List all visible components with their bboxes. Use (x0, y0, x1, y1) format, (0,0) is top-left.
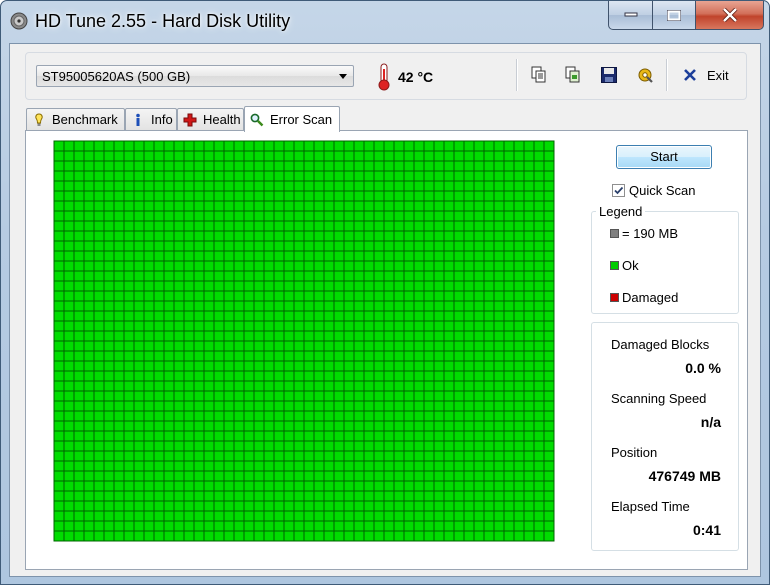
legend-item-damaged: Damaged (610, 290, 678, 305)
quick-scan-checkbox[interactable] (612, 184, 625, 197)
error-scan-panel: Start Quick Scan Legend = 190 MB Ok Dama… (25, 130, 748, 570)
quick-scan-option[interactable]: Quick Scan (612, 183, 695, 198)
checkmark-icon (614, 186, 624, 195)
legend-swatch-green (610, 261, 619, 270)
legend-label: Ok (622, 258, 639, 273)
info-icon (136, 113, 140, 126)
caption-buttons (608, 1, 764, 31)
legend-title: Legend (596, 204, 646, 219)
benchmark-icon (35, 112, 43, 126)
legend-item-ok: Ok (610, 258, 639, 273)
toolbar: ST95005620AS (500 GB) 42 °C Exit (25, 52, 747, 100)
exit-label: Exit (707, 67, 729, 83)
position-label: Position (611, 445, 658, 460)
tab-info[interactable]: Info (125, 108, 177, 130)
tab-error-scan[interactable]: Error Scan (244, 106, 340, 132)
tab-label: Info (151, 112, 173, 127)
tab-label: Error Scan (270, 112, 333, 127)
legend-swatch-gray (610, 229, 619, 238)
save-icon[interactable] (600, 66, 618, 84)
scan-grid-lines (54, 141, 554, 541)
exit-icon (684, 69, 696, 81)
position-value: 476749 MB (648, 468, 721, 484)
chevron-down-icon (339, 74, 347, 79)
elapsed-time-label: Elapsed Time (611, 499, 690, 514)
legend-label: = 190 MB (622, 226, 679, 241)
legend-item-block-size: = 190 MB (610, 226, 678, 241)
elapsed-time-value: 0:41 (692, 522, 721, 538)
scanning-speed-value: n/a (700, 414, 721, 430)
temperature-readout: 42 °C (398, 69, 434, 85)
start-button[interactable]: Start (616, 145, 712, 169)
tab-label: Health (203, 112, 241, 127)
quick-scan-label: Quick Scan (629, 183, 696, 198)
magnifier-icon (250, 113, 264, 126)
legend-swatch-red (610, 293, 619, 302)
damaged-blocks-label: Damaged Blocks (611, 337, 710, 352)
title-bar[interactable]: HD Tune 2.55 - Hard Disk Utility (1, 1, 769, 43)
drive-select-value: ST95005620AS (500 GB) (42, 69, 191, 84)
maximize-icon (667, 9, 681, 21)
window-title: HD Tune 2.55 - Hard Disk Utility (35, 11, 291, 31)
tab-label: Benchmark (52, 112, 118, 127)
copy-text-icon[interactable] (530, 66, 548, 84)
app-window: HD Tune 2.55 - Hard Disk Utility ST95005… (0, 0, 770, 585)
options-icon[interactable] (636, 66, 654, 84)
tab-benchmark[interactable]: Benchmark (26, 108, 125, 130)
minimize-icon (624, 12, 637, 17)
damaged-blocks-value: 0.0 % (685, 360, 721, 376)
scanning-speed-label: Scanning Speed (611, 391, 707, 406)
close-button[interactable] (696, 1, 764, 30)
minimize-button[interactable] (608, 1, 653, 30)
drive-select[interactable]: ST95005620AS (500 GB) (36, 65, 354, 87)
copy-screenshot-icon[interactable] (564, 66, 582, 84)
health-icon (183, 113, 197, 126)
maximize-button[interactable] (653, 1, 696, 30)
exit-button[interactable]: Exit (682, 64, 729, 86)
scan-statistics: Damaged Blocks 0.0 % Scanning Speed n/a … (591, 322, 739, 551)
tab-health[interactable]: Health (177, 108, 244, 130)
legend-group: Legend = 190 MB Ok Damaged (591, 204, 739, 314)
hard-disk-app-icon (10, 12, 28, 30)
client-area: ST95005620AS (500 GB) 42 °C Exit Benchma… (9, 43, 761, 577)
legend-label: Damaged (622, 290, 679, 305)
toolbar-separator (516, 59, 518, 91)
thermometer-icon (378, 63, 390, 91)
close-icon (722, 8, 737, 22)
scan-block-map (53, 140, 555, 542)
toolbar-separator (666, 59, 668, 91)
